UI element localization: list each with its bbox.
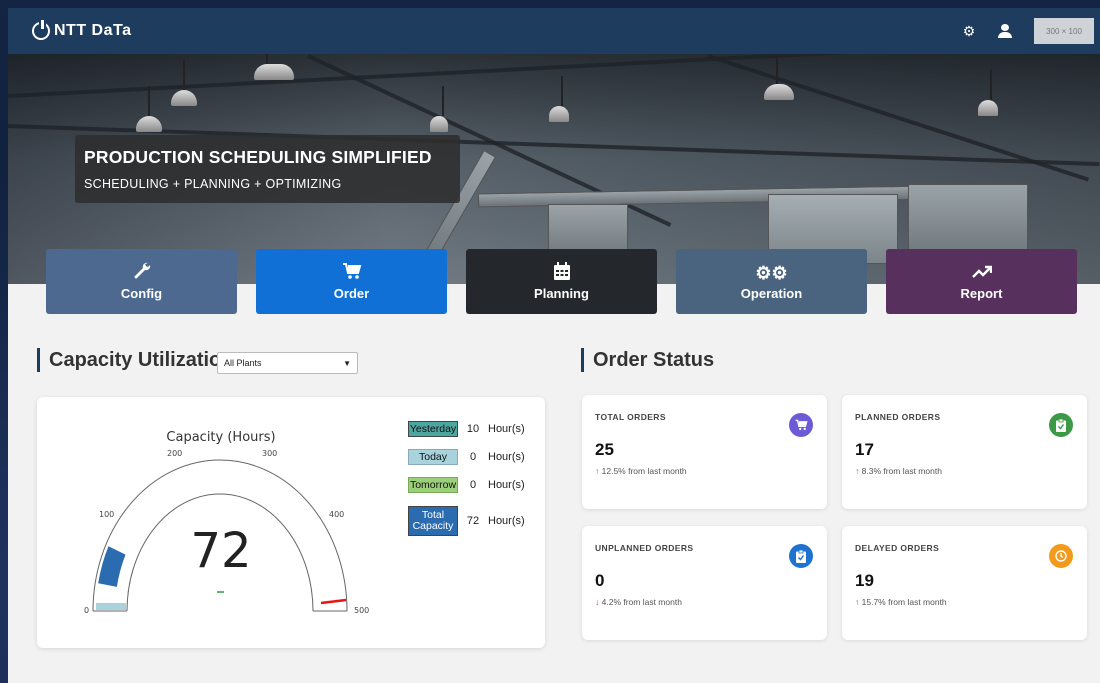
gauge-tick: 0 [84,606,89,615]
legend-value: 0 [469,479,477,491]
card-delta-text: 8.3% from last month [861,466,942,476]
gauge-tick: 200 [167,449,182,458]
cart-icon [342,262,362,286]
unplanned-orders-card[interactable]: UNPLANNED ORDERS 0 ↓ 4.2% from last mont… [582,526,827,640]
roof-beam [8,54,1099,98]
report-tile[interactable]: Report [886,249,1077,314]
legend-label: Today [408,449,458,465]
card-value: 0 [595,571,605,590]
legend-unit: Hour(s) [488,451,525,463]
card-delta: ↑ 12.5% from last month [595,466,827,476]
report-label: Report [960,286,1003,301]
gauge-tick: 100 [99,510,114,519]
card-delta-text: 12.5% from last month [601,466,687,476]
arrow-down-icon: ↓ [595,597,600,607]
card-value: 19 [855,571,874,590]
power-logo-icon [32,20,50,40]
wrench-icon [133,262,151,286]
ceiling-lamp [254,54,294,80]
gauge-today-band [96,603,126,610]
gauge-value: 72 [190,523,251,579]
arrow-up-icon: ↑ [855,466,860,476]
legend-value: 0 [469,451,477,463]
arrow-up-icon: ↑ [595,466,600,476]
legend-yesterday: Yesterday 10 Hour(s) [408,421,525,437]
order-label: Order [333,286,370,301]
planning-tile[interactable]: Planning [466,249,657,314]
chevron-down-icon: ▼ [343,358,351,368]
operation-label: Operation [740,286,803,301]
config-label: Config [120,286,163,301]
legend-today: Today 0 Hour(s) [408,449,525,465]
top-navbar: NTT DaTa ⚙ 300 × 100 [8,8,1100,54]
gauge-tick: 500 [354,606,369,615]
planned-orders-card[interactable]: PLANNED ORDERS 17 ↑ 8.3% from last month [842,395,1087,509]
arrow-up-icon: ↑ [855,597,860,607]
clipboard-icon [789,544,813,568]
gauge-tick: 300 [262,449,277,458]
card-delta: ↑ 8.3% from last month [855,466,1087,476]
topbar-actions: ⚙ 300 × 100 [962,18,1094,44]
order-tile[interactable]: Order [256,249,447,314]
gear-icon[interactable]: ⚙ [962,23,976,40]
ceiling-lamp [978,70,998,116]
ceiling-lamp [171,60,197,106]
total-orders-card[interactable]: TOTAL ORDERS 25 ↑ 12.5% from last month [582,395,827,509]
card-delta: ↓ 4.2% from last month [595,597,827,607]
hero-subtitle: SCHEDULING + PLANNING + OPTIMIZING [84,177,342,191]
cart-icon [789,413,813,437]
ceiling-lamp [430,86,448,132]
legend-unit: Hour(s) [488,515,525,527]
legend-tomorrow: Tomorrow 0 Hour(s) [408,477,525,493]
plant-select[interactable]: All Plants ▼ [217,352,358,374]
clock-icon [1049,544,1073,568]
hero-title: PRODUCTION SCHEDULING SIMPLIFIED [84,147,432,167]
order-status-title: Order Status [581,348,714,372]
config-tile[interactable]: Config [46,249,237,314]
gauge-title: Capacity (Hours) [166,430,275,445]
legend-label: Total Capacity [408,506,458,536]
gauge-value-band [98,546,126,587]
logo[interactable]: NTT DaTa [32,20,132,40]
delayed-orders-card[interactable]: DELAYED ORDERS 19 ↑ 15.7% from last mont… [842,526,1087,640]
card-delta-text: 15.7% from last month [861,597,947,607]
ceiling-lamp [764,54,794,100]
ceiling-lamp [549,76,569,122]
legend-unit: Hour(s) [488,423,525,435]
capacity-section-title: Capacity Utilization [37,348,233,372]
legend-total-capacity: Total Capacity 72 Hour(s) [408,506,525,536]
legend-label: Yesterday [408,421,458,437]
legend-value: 10 [466,423,480,435]
legend-label: Tomorrow [408,477,458,493]
card-value: 25 [595,440,614,459]
placeholder-image: 300 × 100 [1034,18,1094,44]
ceiling-lamp [136,86,162,132]
gears-icon: ⚙⚙ [755,263,788,283]
trend-icon [971,262,992,286]
roof-beam [707,54,1090,182]
card-delta-text: 4.2% from last month [601,597,682,607]
app-window: NTT DaTa ⚙ 300 × 100 PRODUCTION SCHEDULI… [8,8,1100,683]
capacity-card: Capacity (Hours) 72 0 100 200 300 400 50… [37,397,545,648]
gauge-tick: 400 [329,510,344,519]
clipboard-check-icon [1049,413,1073,437]
legend-unit: Hour(s) [488,479,525,491]
card-value: 17 [855,440,874,459]
legend-value: 72 [466,515,480,527]
user-icon[interactable] [998,24,1012,38]
planning-label: Planning [534,286,589,301]
nav-tiles: Config Order Planning ⚙⚙ Operation Repor… [46,249,1077,314]
gauge-capacity-marker [320,598,347,605]
card-delta: ↑ 15.7% from last month [855,597,1087,607]
operation-tile[interactable]: ⚙⚙ Operation [676,249,867,314]
plant-select-value: All Plants [224,358,262,368]
calendar-icon [553,262,570,286]
hero-caption: PRODUCTION SCHEDULING SIMPLIFIED SCHEDUL… [75,135,460,203]
logo-text: NTT DaTa [54,22,132,39]
